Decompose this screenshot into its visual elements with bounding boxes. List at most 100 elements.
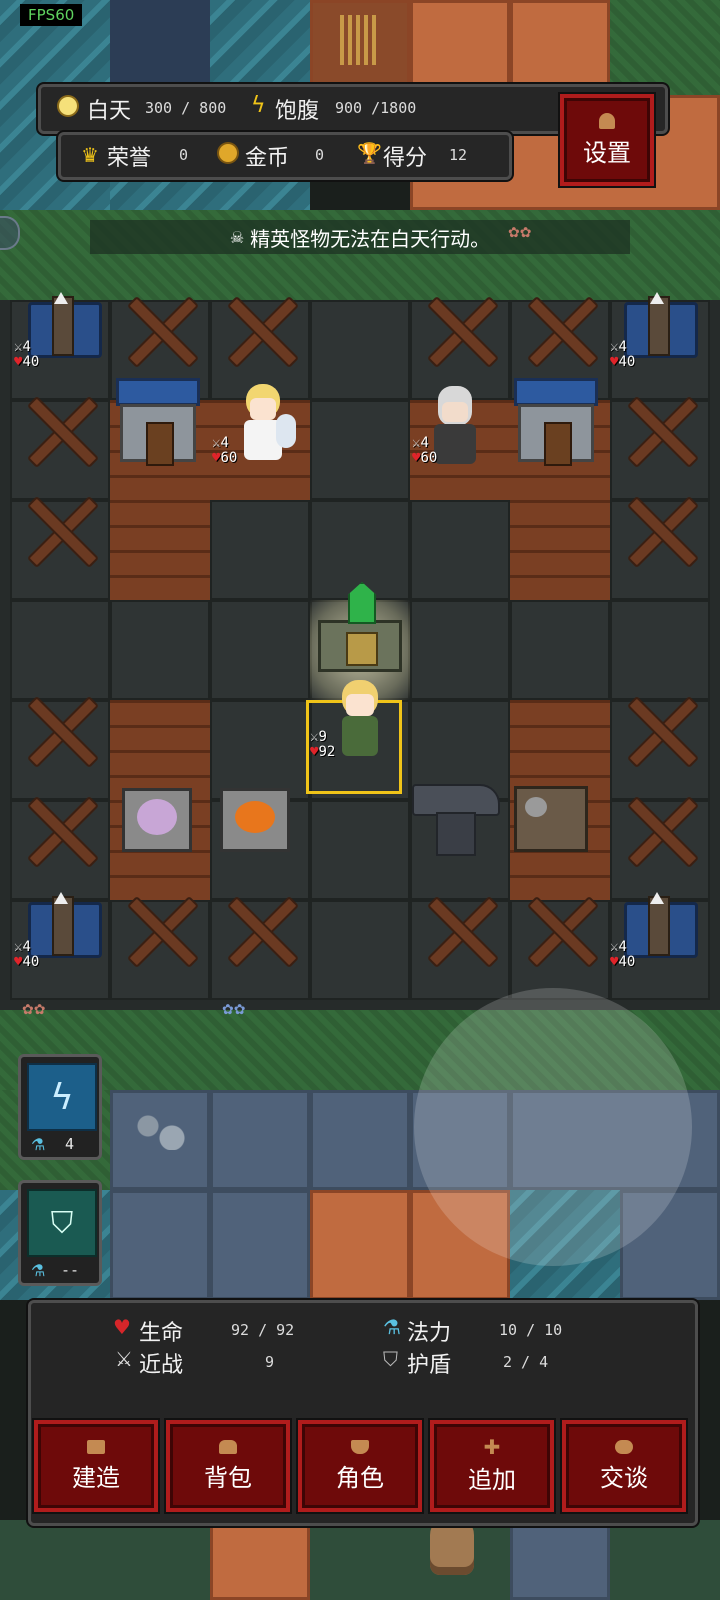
clay-tile xyxy=(510,0,610,95)
floor-tile xyxy=(610,600,710,700)
knight-stats: ⚔4 ♥60 xyxy=(412,435,438,466)
barricade[interactable] xyxy=(420,290,500,370)
crossbow-stats: ⚔4 ♥40 xyxy=(14,939,40,970)
floor-tile xyxy=(310,400,410,500)
floor-tile xyxy=(510,600,610,700)
skill-shield[interactable]: ⛉ ⚗ -- xyxy=(18,1180,102,1286)
character-label: 角色 xyxy=(336,1463,384,1492)
build-button[interactable]: 建造 xyxy=(34,1420,158,1512)
stone-tile xyxy=(110,1190,210,1300)
day-value: 300 / 800 xyxy=(145,99,227,117)
mp-label: 法力 xyxy=(407,1321,452,1346)
notice-banner: ☠ 精英怪物无法在白天行动。 xyxy=(90,220,630,254)
floor-tile xyxy=(210,500,310,600)
melee-label: 近战 xyxy=(139,1353,184,1378)
character-icon xyxy=(351,1439,369,1454)
barricade[interactable] xyxy=(620,690,700,770)
anvil[interactable] xyxy=(412,784,500,856)
clay-tile xyxy=(210,1520,310,1600)
floor-tile xyxy=(310,800,410,900)
angel-stats: ⚔4 ♥60 xyxy=(212,435,238,466)
stone-tile xyxy=(210,1090,310,1190)
barricade[interactable] xyxy=(620,390,700,470)
melee-value: 9 xyxy=(265,1353,275,1371)
score-label: 得分 xyxy=(383,146,428,171)
shield-icon: ⛉ xyxy=(383,1347,398,1371)
hunger-label: 饱腹 xyxy=(275,99,320,124)
trophy-icon: 🏆 xyxy=(357,141,382,165)
clay-tile xyxy=(410,0,510,95)
honor-label: 荣誉 xyxy=(107,146,152,171)
talk-label: 交谈 xyxy=(600,1463,648,1492)
floor-tile xyxy=(410,600,510,700)
talk-button[interactable]: 交谈 xyxy=(562,1420,686,1512)
mp-value: 10 / 10 xyxy=(499,1321,563,1339)
barricade[interactable] xyxy=(520,890,600,970)
virtual-joystick[interactable] xyxy=(414,988,692,1266)
house-building[interactable] xyxy=(116,378,200,468)
pumpkin-planter[interactable] xyxy=(220,788,290,852)
crossbow-stats: ⚔4 ♥40 xyxy=(610,339,636,370)
settings-button[interactable]: 设置 xyxy=(560,94,654,186)
barricade[interactable] xyxy=(20,690,100,770)
heart-icon: ♥ xyxy=(113,1315,131,1339)
floor-tile xyxy=(10,600,110,700)
flower-decor: ✿✿ xyxy=(508,225,532,241)
floor-tile xyxy=(210,700,310,800)
workbench[interactable] xyxy=(514,786,588,852)
barricade[interactable] xyxy=(20,790,100,870)
stone-tile xyxy=(210,1190,310,1300)
add-label: 追加 xyxy=(468,1465,516,1494)
barricade[interactable] xyxy=(20,390,100,470)
barricade[interactable] xyxy=(220,890,300,970)
barricade[interactable] xyxy=(220,290,300,370)
clay-tile xyxy=(310,1190,410,1300)
lightning-icon: ϟ xyxy=(251,93,266,118)
fps-counter: FPS60 xyxy=(20,4,83,26)
skill-lightning[interactable]: ϟ ⚗ 4 xyxy=(18,1054,102,1160)
shield-label: 护盾 xyxy=(407,1353,452,1378)
floor-tile xyxy=(310,300,410,400)
resource-bar: ♛ 荣誉 0 金币 0 🏆 得分 12 xyxy=(58,132,512,180)
character-button[interactable]: 角色 xyxy=(298,1420,422,1512)
lightning-cost: 4 xyxy=(65,1135,75,1153)
mana-icon: ⚗ xyxy=(383,1315,401,1339)
score-value: 12 xyxy=(449,146,468,164)
stone-tile xyxy=(310,1090,410,1190)
hp-value: 92 / 92 xyxy=(231,1321,295,1339)
barricade[interactable] xyxy=(120,290,200,370)
hero-unit[interactable] xyxy=(330,680,390,764)
barricade[interactable] xyxy=(620,790,700,870)
sword-icon: ⚔ xyxy=(115,1347,133,1371)
barricade[interactable] xyxy=(520,290,600,370)
crown-icon: ♛ xyxy=(81,143,99,167)
backpack-label: 背包 xyxy=(204,1463,252,1492)
barricade[interactable] xyxy=(420,890,500,970)
floor-tile xyxy=(110,600,210,700)
mana-icon: ⚗ xyxy=(31,1261,46,1280)
crystal-altar[interactable] xyxy=(318,582,402,676)
speech-icon xyxy=(615,1439,633,1454)
house-building[interactable] xyxy=(514,378,598,468)
coin-icon xyxy=(219,144,237,162)
turnip-planter[interactable] xyxy=(122,788,192,852)
mana-icon: ⚗ xyxy=(31,1135,46,1154)
add-button[interactable]: ✚ 追加 xyxy=(430,1420,554,1512)
floor-tile xyxy=(310,900,410,1000)
sun-icon xyxy=(59,97,77,115)
barricade[interactable] xyxy=(120,890,200,970)
brick-tile xyxy=(110,500,210,600)
backpack-button[interactable]: 背包 xyxy=(166,1420,290,1512)
wrench-icon xyxy=(599,112,615,129)
rock-sprite xyxy=(130,1110,190,1150)
gold-label: 金币 xyxy=(245,146,290,171)
weed-sprite xyxy=(340,15,380,65)
stone-tile xyxy=(510,1520,610,1600)
grass-terrain xyxy=(610,0,720,95)
hp-label: 生命 xyxy=(139,1321,184,1346)
floor-tile xyxy=(210,600,310,700)
angel-unit[interactable] xyxy=(232,384,296,464)
notice-text: 精英怪物无法在白天行动。 xyxy=(250,226,491,251)
barricade[interactable] xyxy=(20,490,100,570)
barricade[interactable] xyxy=(620,490,700,570)
